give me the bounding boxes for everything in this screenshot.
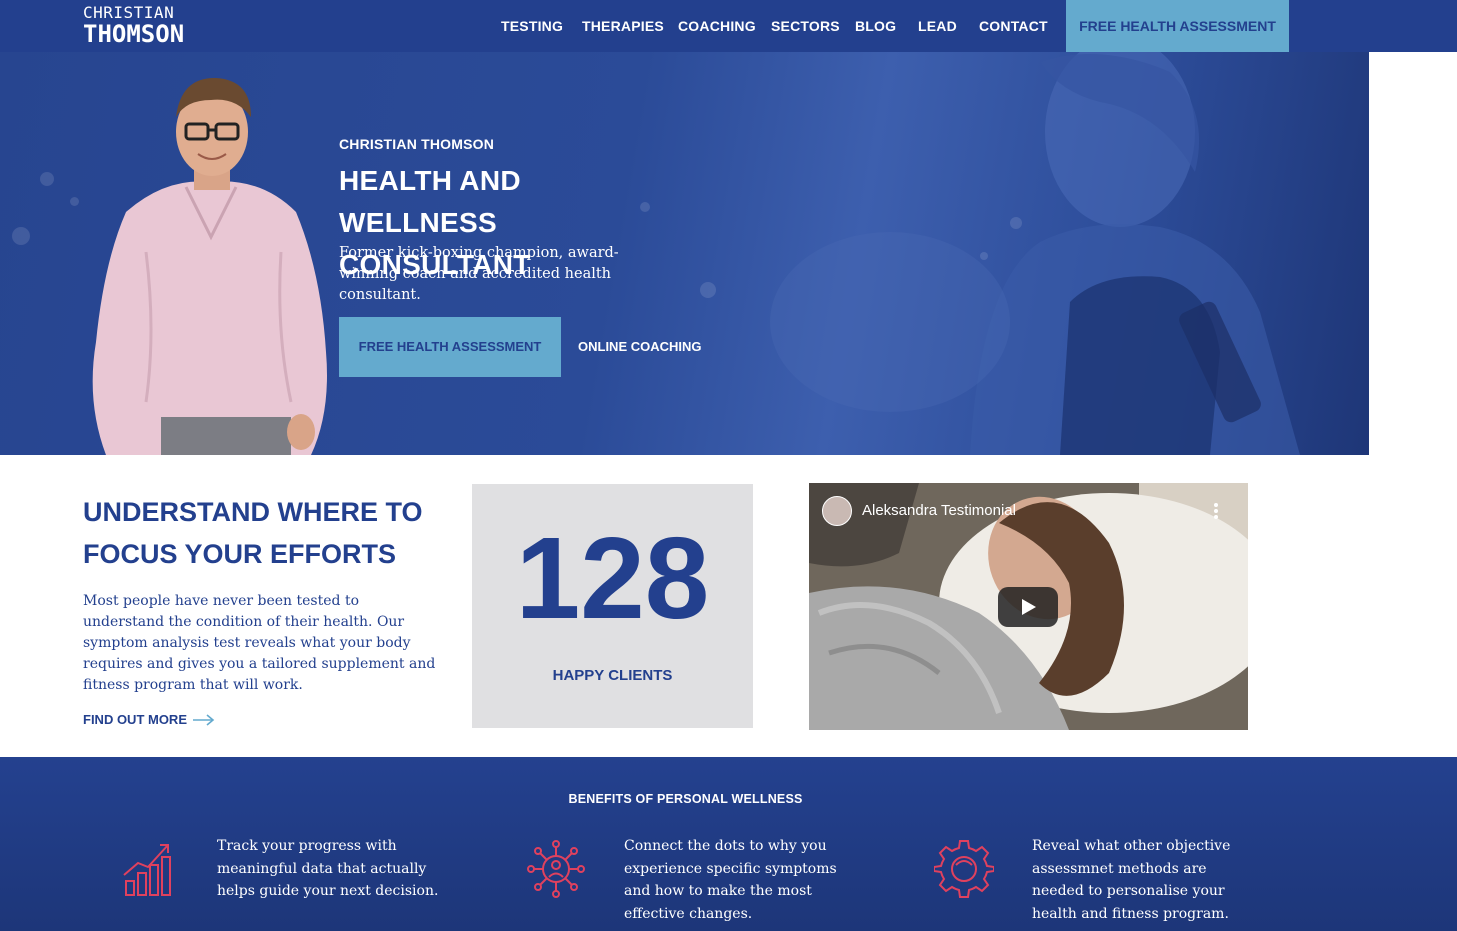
nav-item-lead[interactable]: LEAD (918, 0, 957, 52)
benefits-section: BENEFITS OF PERSONAL WELLNESS Track your… (0, 757, 1457, 931)
more-options-icon[interactable] (1208, 501, 1224, 521)
testimonial-video[interactable]: Aleksandra Testimonial (809, 483, 1248, 730)
happy-clients-stat: 128 HAPPY CLIENTS (472, 484, 753, 728)
nav-item-sectors[interactable]: SECTORS (771, 0, 840, 52)
nav-item-testing[interactable]: TESTING (501, 0, 563, 52)
arrow-right-icon (193, 713, 215, 726)
hero-subtitle: Former kick-boxing champion, award-winni… (339, 245, 619, 303)
benefit-text-3: Reveal what other objective assessmnet m… (1032, 838, 1231, 922)
virus-network-icon (527, 840, 585, 898)
hero-background-image (770, 52, 1300, 455)
nav-item-contact[interactable]: CONTACT (979, 0, 1048, 52)
logo-line-1: CHRISTIAN (83, 3, 175, 22)
focus-text: Most people have never been tested to un… (83, 593, 436, 693)
channel-avatar[interactable] (822, 496, 852, 526)
stat-label: HAPPY CLIENTS (552, 667, 673, 684)
header-free-assessment-button[interactable]: FREE HEALTH ASSESSMENT (1066, 0, 1289, 52)
find-out-more-label: FIND OUT MORE (83, 712, 187, 727)
top-navigation-bar: CHRISTIAN THOMSON TESTING THERAPIES COAC… (0, 0, 1457, 52)
play-icon[interactable] (998, 587, 1058, 627)
benefits-title: BENEFITS OF PERSONAL WELLNESS (568, 792, 803, 806)
nav-item-therapies[interactable]: THERAPIES (582, 0, 664, 52)
stat-number: 128 (515, 513, 710, 643)
hero-free-assessment-button[interactable]: FREE HEALTH ASSESSMENT (339, 317, 561, 377)
consultant-photo (92, 77, 328, 455)
find-out-more-link[interactable]: FIND OUT MORE (83, 712, 215, 727)
nav-item-coaching[interactable]: COACHING (678, 0, 756, 52)
focus-title: UNDERSTAND WHERE TO FOCUS YOUR EFFORTS (83, 497, 423, 569)
nav-item-blog[interactable]: BLOG (855, 0, 896, 52)
chart-growth-icon (123, 844, 171, 896)
benefit-text-1: Track your progress with meaningful data… (217, 838, 439, 899)
online-coaching-link[interactable]: ONLINE COACHING (578, 317, 702, 377)
gear-icon (934, 840, 994, 898)
hero-section: CHRISTIAN THOMSON HEALTH AND WELLNESS CO… (0, 52, 1369, 455)
site-logo[interactable]: CHRISTIAN THOMSON (83, 3, 185, 48)
video-title[interactable]: Aleksandra Testimonial (862, 502, 1016, 519)
hero-eyebrow: CHRISTIAN THOMSON (339, 136, 495, 152)
benefit-text-2: Connect the dots to why you experience s… (624, 838, 837, 922)
logo-line-2: THOMSON (83, 20, 185, 48)
